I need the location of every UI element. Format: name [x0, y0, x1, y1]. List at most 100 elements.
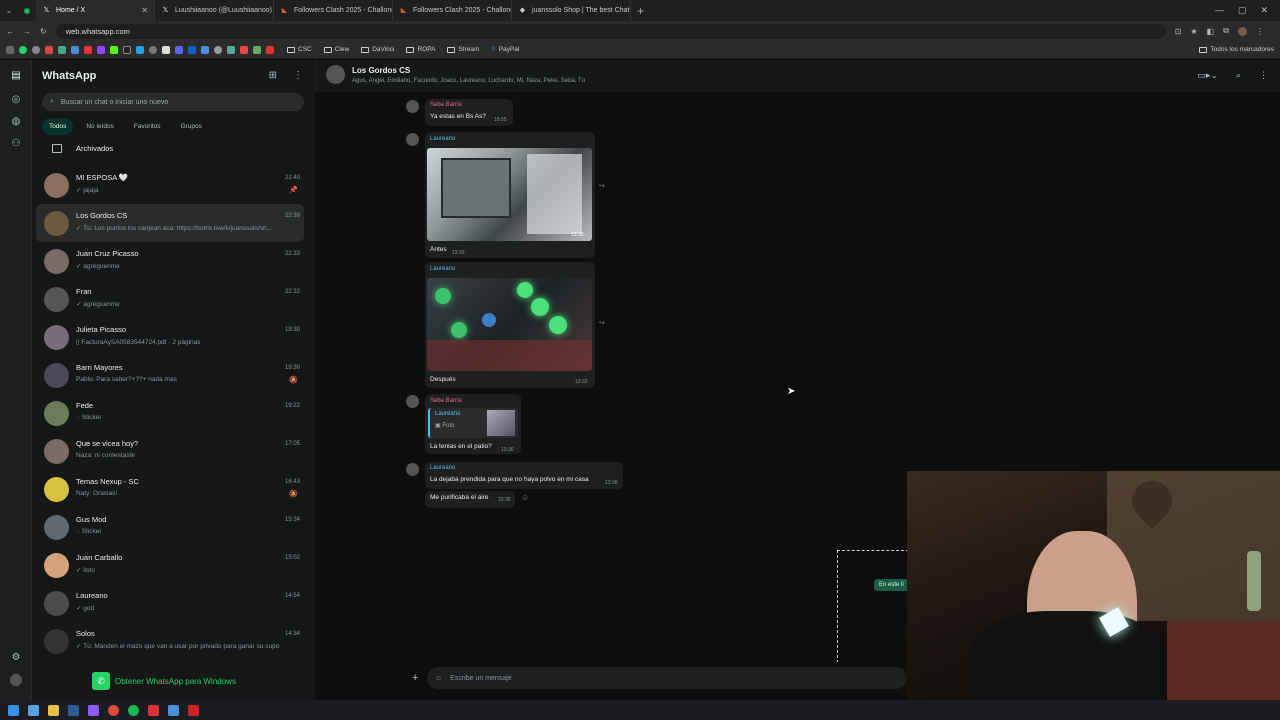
emoji-icon[interactable]: ☺ [435, 675, 442, 682]
bookmark-drive-icon[interactable] [58, 45, 66, 54]
bookmark-kick-icon[interactable] [110, 45, 118, 54]
bookmark-item[interactable]: Stream [447, 46, 479, 53]
forward-icon[interactable]: ↪ [599, 319, 605, 327]
bookmark-x-icon[interactable] [162, 45, 170, 54]
install-app-icon[interactable]: ⊡ [1175, 27, 1182, 36]
bookmark-twitch-icon[interactable] [97, 45, 105, 54]
video-call-icon[interactable]: ▭▸⌄ [1197, 70, 1218, 81]
bookmark-item[interactable]: CSC [287, 46, 312, 53]
get-whatsapp-windows-button[interactable]: ✆ Obtener WhatsApp para Windows [92, 672, 236, 690]
chat-list-item[interactable]: Juan Cruz Picasso 22:33 ✓ agréguenme [36, 242, 304, 280]
settings-icon[interactable]: ⚙ [10, 652, 22, 664]
chat-list-item[interactable]: Solos 14:34 ✓ Tú: Manden el mazo que van… [36, 622, 304, 660]
group-avatar[interactable] [326, 65, 345, 84]
bookmark-gmail-icon[interactable] [45, 45, 53, 54]
emoji-reaction-icon[interactable]: ☺ [521, 493, 529, 502]
chat-list-item[interactable]: Barri Mayores 19:30 Pablo: Para saber?+?… [36, 356, 304, 394]
bookmark-chrome-icon[interactable] [32, 45, 40, 54]
chat-list-item[interactable]: Temas Nexup - SC 16:43 Naty: Gracias! 🔕 [36, 470, 304, 508]
filter-chip[interactable]: Favoritos [127, 118, 168, 135]
bookmark-item[interactable]: P PayPal [491, 46, 519, 53]
browser-tab[interactable]: 𝕏 Luushiiaanoo (@Luushiiaanoo) ✕ [155, 0, 274, 21]
profile-avatar-icon[interactable] [10, 674, 22, 686]
chat-list-item[interactable]: Que se vicea hoy? 17:05 Naza: ni contest… [36, 432, 304, 470]
bookmark-puzzle-icon[interactable] [227, 45, 235, 54]
bookmark-star-icon[interactable]: ★ [1190, 27, 1197, 36]
tab-search-icon[interactable]: ⌄ [0, 0, 18, 21]
profile-avatar[interactable] [1237, 26, 1247, 36]
steam-icon[interactable] [68, 704, 79, 716]
extension-icon[interactable]: ◧ [1207, 27, 1215, 36]
chat-list-item[interactable]: Laureano 14:54 ✓ god [36, 584, 304, 622]
message-input[interactable]: ☺ Escribe un mensaje [427, 667, 907, 689]
message-bubble[interactable]: Laureano La dejaba prendida para que no … [425, 462, 623, 489]
apps-grid-icon[interactable] [6, 45, 14, 54]
filter-chip[interactable]: Todos [42, 118, 74, 135]
bookmark-maps-icon[interactable] [71, 45, 79, 54]
bookmark-cloud-icon[interactable] [201, 45, 209, 54]
acrobat-icon[interactable] [188, 704, 199, 716]
start-icon[interactable] [8, 704, 19, 716]
url-field[interactable]: web.whatsapp.com [55, 23, 1166, 39]
photo-pc-before[interactable] [427, 148, 592, 241]
forward-icon[interactable]: → [23, 27, 31, 36]
search-messages-icon[interactable]: ⌕ [1236, 70, 1241, 81]
browser-tab[interactable]: ◆ juanssolo Shop | The best Chat ✕ [512, 0, 631, 21]
explorer-icon[interactable] [48, 704, 59, 716]
spotify-icon[interactable] [128, 704, 139, 716]
extensions-puzzle-icon[interactable]: ⧉ [1223, 26, 1229, 36]
obs-icon[interactable] [88, 704, 99, 716]
chat-list-item[interactable]: Los Gordos CS 22:39 ✓ Tú: Los puntos los… [36, 204, 304, 242]
bookmark-item[interactable]: DaVinci [361, 46, 394, 53]
message-bubble[interactable]: Me purificaba el aire 13:36 [425, 491, 515, 508]
chats-icon[interactable]: ▤ [10, 70, 22, 82]
conversation-menu-icon[interactable]: ⋮ [1259, 70, 1268, 81]
bookmark-tiktok-icon[interactable] [123, 45, 131, 54]
attach-plus-icon[interactable]: + [412, 672, 418, 684]
quoted-message[interactable]: Laureano ▣ Foto [428, 408, 518, 438]
close-tab-icon[interactable]: ✕ [141, 6, 148, 15]
chat-list-item[interactable]: Juan Carballo 15:02 ✓ listo [36, 546, 304, 584]
bookmark-youtube-icon[interactable] [84, 45, 92, 54]
reload-icon[interactable]: ↻ [40, 27, 47, 36]
bookmark-red-icon[interactable] [266, 45, 274, 54]
bookmark-twitter-icon[interactable] [136, 45, 144, 54]
bookmark-item[interactable]: ROPA [406, 46, 435, 53]
app-blue-icon[interactable] [168, 704, 179, 716]
status-icon[interactable]: ◎ [10, 94, 22, 106]
bookmark-circle-icon[interactable] [149, 45, 157, 54]
bookmark-discord-icon[interactable] [175, 45, 183, 54]
browser-tab[interactable]: 𝕏 Home / X ✕ [36, 0, 155, 21]
filter-chip[interactable]: Grupos [174, 118, 209, 135]
overlay-button[interactable]: En este li [874, 579, 909, 591]
whatsapp-tab-icon[interactable]: ◉ [18, 0, 36, 21]
close-window-icon[interactable]: ✕ [1260, 5, 1268, 16]
message-bubble[interactable]: Laureano 13:33 Antes 13:33 [425, 132, 595, 258]
bookmark-item[interactable]: Clew [323, 46, 349, 53]
chat-list-item[interactable]: Fran 22:32 ✓ agréguenme [36, 280, 304, 318]
photo-pc-after[interactable] [427, 278, 592, 371]
new-tab-button[interactable]: + [637, 4, 644, 18]
chat-list-item[interactable]: MI ESPOSA 🤍 21:40 ✓ jajaja 📌 [36, 166, 304, 204]
chat-list-item[interactable]: Fede 19:22 ◌ Sticker [36, 394, 304, 432]
browser-menu-icon[interactable]: ⋮ [1256, 27, 1264, 36]
communities-icon[interactable]: ⚇ [10, 138, 22, 150]
archived-row[interactable]: Archivados [42, 144, 113, 153]
chrome-icon[interactable] [108, 704, 119, 716]
bookmark-oval-icon[interactable] [214, 45, 222, 54]
conversation-header[interactable]: Los Gordos CS Agus, Angel, Emiliano, Fac… [315, 60, 1280, 92]
forward-icon[interactable]: ↪ [599, 182, 605, 190]
maximize-icon[interactable]: ▢ [1238, 5, 1247, 16]
message-bubble[interactable]: Laureano Después 13:33 [425, 262, 595, 388]
all-bookmarks[interactable]: Todos los marcadores [1195, 46, 1274, 53]
filter-chip[interactable]: No leídos [79, 118, 120, 135]
menu-icon[interactable]: ⋮ [293, 70, 303, 81]
back-icon[interactable]: ← [6, 27, 14, 36]
bookmark-whatsapp-icon[interactable] [19, 45, 27, 54]
taskview-icon[interactable] [28, 704, 39, 716]
new-chat-icon[interactable]: ⊞ [269, 70, 277, 81]
channels-icon[interactable]: ◍ [10, 116, 22, 128]
search-input[interactable]: ⌕ Buscar un chat o iniciar uno nuevo [42, 93, 304, 111]
message-bubble[interactable]: Seba Barria Laureano ▣ Foto La tenias en… [425, 394, 521, 454]
chat-list-item[interactable]: Julieta Picasso 19:30 ▯ FacturaAySA05835… [36, 318, 304, 356]
